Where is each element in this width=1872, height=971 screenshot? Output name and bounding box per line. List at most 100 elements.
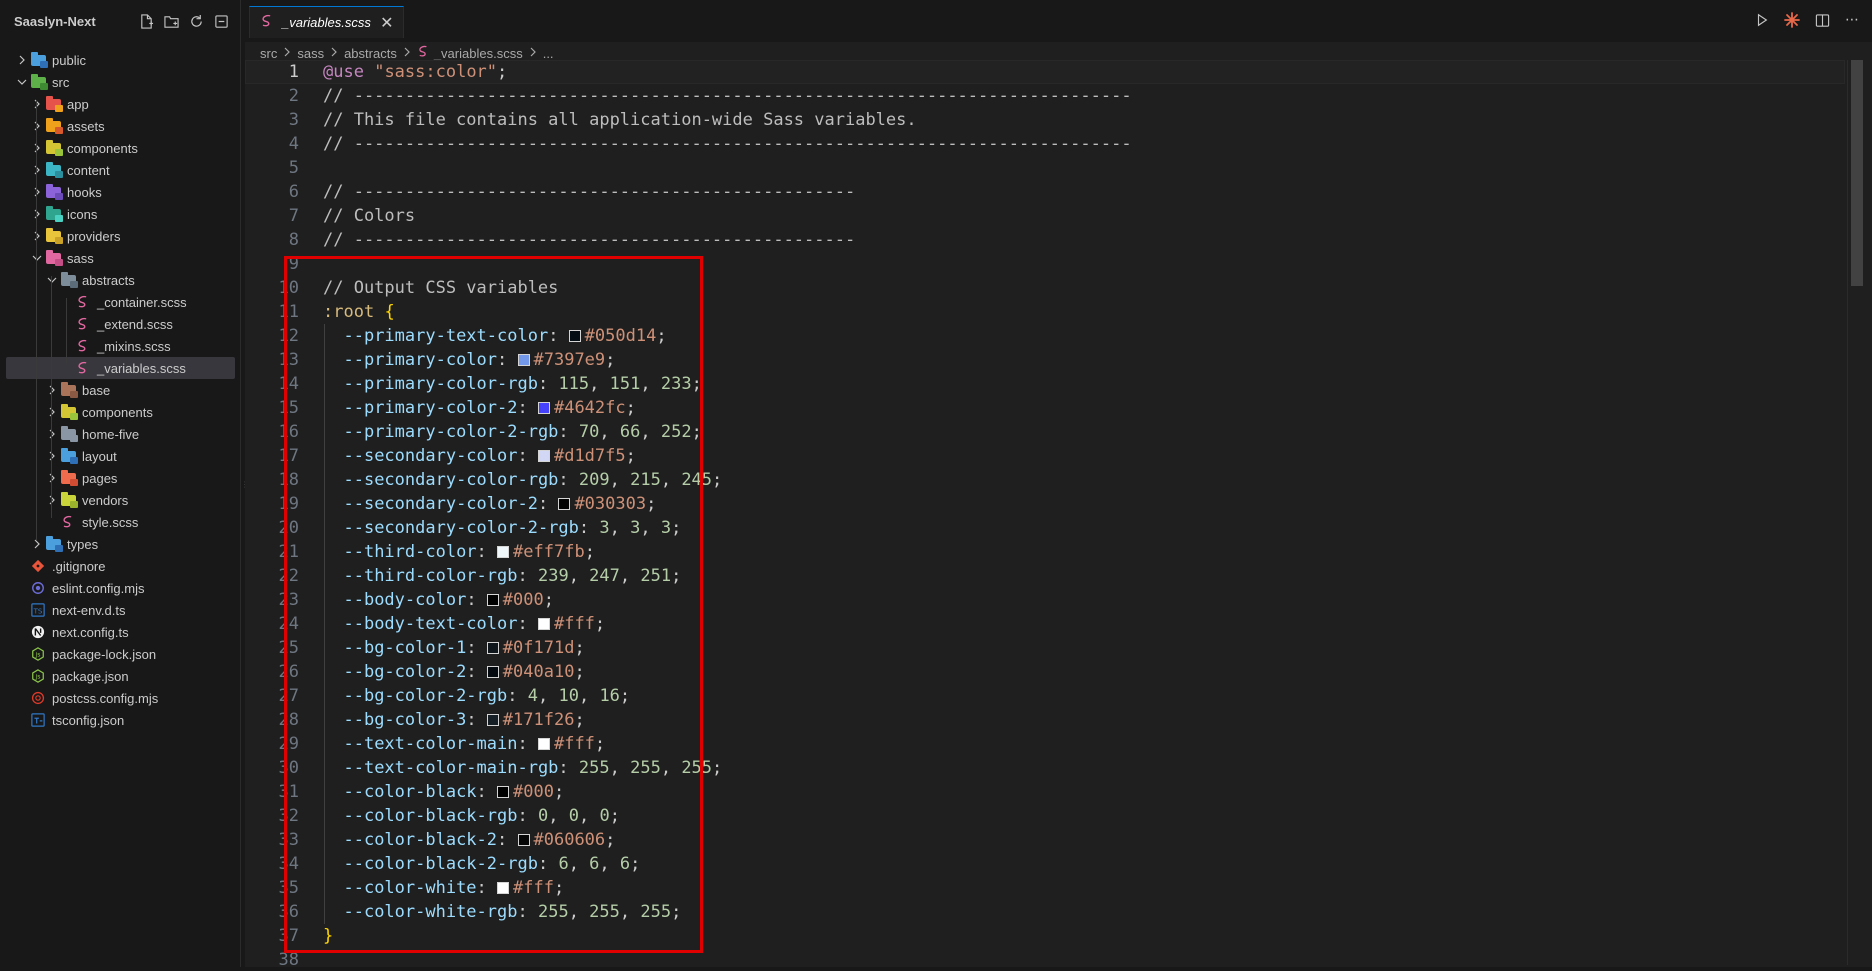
tree-item-types[interactable]: types	[6, 533, 235, 555]
color-swatch[interactable]	[497, 786, 510, 798]
tree-item-home-five[interactable]: home-five	[6, 423, 235, 445]
tree-item-providers[interactable]: providers	[6, 225, 235, 247]
code-line[interactable]: 20 --secondary-color-2-rgb: 3, 3, 3;	[245, 516, 1845, 540]
tree-item-layout[interactable]: layout	[6, 445, 235, 467]
color-swatch[interactable]	[497, 882, 510, 894]
tab-variables-scss[interactable]: _variables.scss ✕	[249, 6, 404, 38]
color-swatch[interactable]	[568, 330, 581, 342]
color-swatch[interactable]	[517, 834, 530, 846]
tree-item-tsconfig-json[interactable]: tsconfig.json	[6, 709, 235, 731]
tree-item-style-scss[interactable]: style.scss	[6, 511, 235, 533]
code-line[interactable]: 31 --color-black: #000;	[245, 780, 1845, 804]
code-line[interactable]: 37}	[245, 924, 1845, 948]
tree-item-next-config-ts[interactable]: next.config.ts	[6, 621, 235, 643]
tree-item-app[interactable]: app	[6, 93, 235, 115]
code-line[interactable]: 17 --secondary-color: #d1d7f5;	[245, 444, 1845, 468]
color-swatch[interactable]	[537, 618, 550, 630]
vertical-scrollbar[interactable]	[1850, 60, 1864, 965]
code-line[interactable]: 7 // Colors	[245, 204, 1845, 228]
tree-item--gitignore[interactable]: .gitignore	[6, 555, 235, 577]
tree-item-sass[interactable]: sass	[6, 247, 235, 269]
split-editor-icon[interactable]	[1814, 12, 1830, 28]
color-swatch[interactable]	[497, 546, 510, 558]
code-line[interactable]: 10 // Output CSS variables	[245, 276, 1845, 300]
new-file-icon[interactable]	[138, 13, 155, 30]
code-line[interactable]: 2 // ------------------------------------…	[245, 84, 1845, 108]
code-line[interactable]: 9	[245, 252, 1845, 276]
code-line[interactable]: 26 --bg-color-2: #040a10;	[245, 660, 1845, 684]
tree-item-eslint-config-mjs[interactable]: eslint.config.mjs	[6, 577, 235, 599]
tree-item-hooks[interactable]: hooks	[6, 181, 235, 203]
new-folder-icon[interactable]	[163, 13, 180, 30]
code-line[interactable]: 13 --primary-color: #7397e9;	[245, 348, 1845, 372]
tree-item-public[interactable]: public	[6, 49, 235, 71]
tree-item-content[interactable]: content	[6, 159, 235, 181]
code-line[interactable]: 28 --bg-color-3: #171f26;	[245, 708, 1845, 732]
code-line[interactable]: 25 --bg-color-1: #0f171d;	[245, 636, 1845, 660]
tree-item-abstracts[interactable]: abstracts	[6, 269, 235, 291]
code-line[interactable]: 24 --body-text-color: #fff;	[245, 612, 1845, 636]
code-line[interactable]: 11:root {	[245, 300, 1845, 324]
tree-item-postcss-config-mjs[interactable]: postcss.config.mjs	[6, 687, 235, 709]
code-line[interactable]: 38	[245, 948, 1845, 967]
code-line[interactable]: 1 @use "sass:color";	[245, 60, 1845, 84]
code-line[interactable]: 29 --text-color-main: #fff;	[245, 732, 1845, 756]
code-line[interactable]: 8 // ------------------------------------…	[245, 228, 1845, 252]
tree-item-package-lock-json[interactable]: js package-lock.json	[6, 643, 235, 665]
color-swatch[interactable]	[537, 450, 550, 462]
code-line[interactable]: 21 --third-color: #eff7fb;	[245, 540, 1845, 564]
code-line[interactable]: 32 --color-black-rgb: 0, 0, 0;	[245, 804, 1845, 828]
collapse-all-icon[interactable]	[213, 13, 230, 30]
code-line[interactable]: 16 --primary-color-2-rgb: 70, 66, 252;	[245, 420, 1845, 444]
color-swatch[interactable]	[517, 354, 530, 366]
code-line[interactable]: 18 --secondary-color-rgb: 209, 215, 245;	[245, 468, 1845, 492]
tree-item-components[interactable]: components	[6, 401, 235, 423]
code-line[interactable]: 34 --color-black-2-rgb: 6, 6, 6;	[245, 852, 1845, 876]
breadcrumb-item[interactable]: src	[260, 46, 277, 61]
color-swatch[interactable]	[537, 738, 550, 750]
tree-item-base[interactable]: base	[6, 379, 235, 401]
code-line[interactable]: 36 --color-white-rgb: 255, 255, 255;	[245, 900, 1845, 924]
close-icon[interactable]: ✕	[379, 13, 395, 33]
sidebar-sash[interactable]: ⋮	[241, 480, 249, 494]
code-line[interactable]: 3 // This file contains all application-w…	[245, 108, 1845, 132]
breadcrumb-item[interactable]: _variables.scss	[434, 46, 523, 61]
run-icon[interactable]	[1754, 12, 1770, 28]
tree-item-components[interactable]: components	[6, 137, 235, 159]
code-line[interactable]: 12 --primary-text-color: #050d14;	[245, 324, 1845, 348]
scrollbar-thumb[interactable]	[1851, 60, 1863, 286]
code-line[interactable]: 14 --primary-color-rgb: 115, 151, 233;	[245, 372, 1845, 396]
code-line[interactable]: 22 --third-color-rgb: 239, 247, 251;	[245, 564, 1845, 588]
refresh-icon[interactable]	[188, 13, 205, 30]
color-swatch[interactable]	[537, 402, 550, 414]
code-line[interactable]: 23 --body-color: #000;	[245, 588, 1845, 612]
breadcrumb-item[interactable]: ...	[543, 46, 554, 61]
tree-item-src[interactable]: src	[6, 71, 235, 93]
code-editor[interactable]: 1 @use "sass:color"; 2// -----------------…	[245, 60, 1855, 967]
tree-item--variables-scss[interactable]: _variables.scss	[6, 357, 235, 379]
code-line[interactable]: 6 // ------------------------------------…	[245, 180, 1845, 204]
tree-item--mixins-scss[interactable]: _mixins.scss	[6, 335, 235, 357]
color-swatch[interactable]	[486, 594, 499, 606]
color-swatch[interactable]	[486, 642, 499, 654]
color-swatch[interactable]	[486, 714, 499, 726]
more-actions-icon[interactable]: ⋯	[1844, 12, 1860, 28]
code-line[interactable]: 35 --color-white: #fff;	[245, 876, 1845, 900]
tree-item-assets[interactable]: assets	[6, 115, 235, 137]
color-swatch[interactable]	[558, 498, 571, 510]
tree-item-next-env-d-ts[interactable]: TS next-env.d.ts	[6, 599, 235, 621]
breadcrumb-item[interactable]: sass	[297, 46, 324, 61]
tree-item-icons[interactable]: icons	[6, 203, 235, 225]
code-line[interactable]: 15 --primary-color-2: #4642fc;	[245, 396, 1845, 420]
breadcrumb-item[interactable]: abstracts	[344, 46, 397, 61]
code-line[interactable]: 27 --bg-color-2-rgb: 4, 10, 16;	[245, 684, 1845, 708]
code-line[interactable]: 19 --secondary-color-2: #030303;	[245, 492, 1845, 516]
code-line[interactable]: 30 --text-color-main-rgb: 255, 255, 255;	[245, 756, 1845, 780]
code-line[interactable]: 4 // ------------------------------------…	[245, 132, 1845, 156]
color-swatch[interactable]	[486, 666, 499, 678]
code-line[interactable]: 5	[245, 156, 1845, 180]
tree-item--extend-scss[interactable]: _extend.scss	[6, 313, 235, 335]
tree-item-package-json[interactable]: js package.json	[6, 665, 235, 687]
tree-item-pages[interactable]: pages	[6, 467, 235, 489]
tree-item-vendors[interactable]: vendors	[6, 489, 235, 511]
